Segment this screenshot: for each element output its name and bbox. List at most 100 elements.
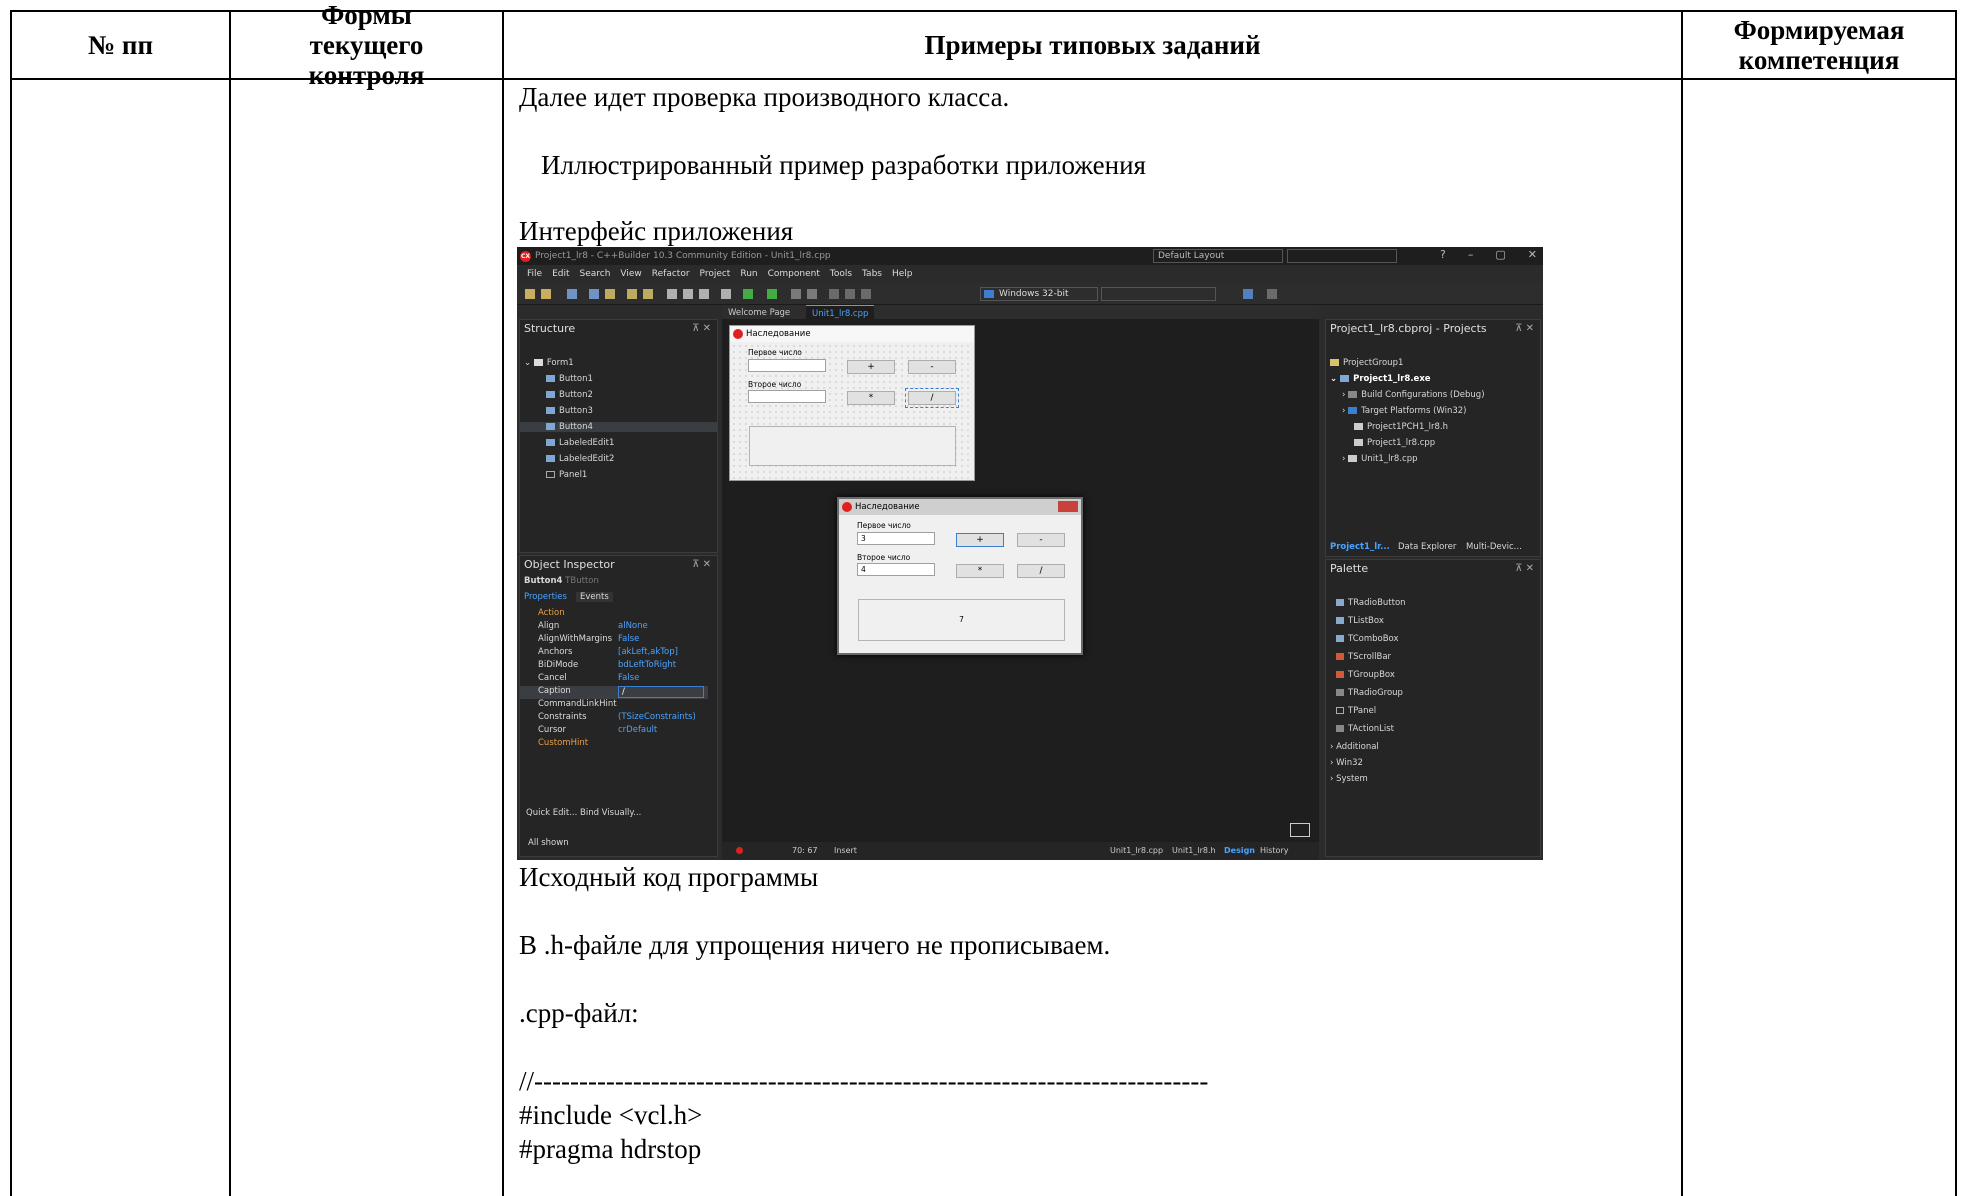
palette-tcombobox[interactable]: TComboBox — [1336, 634, 1399, 644]
running-form[interactable]: Наследование Первое число 3 Второе число… — [837, 497, 1083, 655]
pin-icon[interactable]: ⊼ ✕ — [692, 556, 711, 574]
palette-tradiogroup[interactable]: TRadioGroup — [1336, 688, 1403, 698]
status-tab-design[interactable]: Design — [1224, 846, 1255, 855]
pin-icon[interactable]: ⊼ ✕ — [1515, 560, 1534, 578]
prop-row[interactable]: CommandLinkHint — [520, 699, 708, 712]
proj-tab-multi-device[interactable]: Multi-Devic... — [1466, 542, 1522, 552]
palette-tlistbox[interactable]: TListBox — [1336, 616, 1384, 626]
design-edit-second[interactable] — [748, 390, 826, 403]
maximize-icon[interactable]: ▢ — [1495, 248, 1505, 261]
design-button-minus[interactable]: - — [908, 360, 956, 374]
save-icon[interactable] — [567, 289, 577, 299]
tree-button2[interactable]: Button2 — [546, 390, 593, 400]
design-button-div[interactable]: / — [905, 388, 959, 408]
run-icon[interactable] — [743, 289, 753, 299]
platform-select[interactable]: Windows 32-bit — [980, 287, 1098, 301]
status-tab-cpp[interactable]: Unit1_lr8.cpp — [1110, 846, 1163, 855]
prop-row[interactable]: Action — [520, 608, 708, 621]
menu-run[interactable]: Run — [740, 269, 757, 279]
view-unit-icon[interactable] — [667, 289, 677, 299]
status-tab-history[interactable]: History — [1260, 846, 1288, 855]
stop-icon[interactable] — [807, 289, 817, 299]
design-panel[interactable] — [749, 426, 956, 466]
run-edit-first[interactable]: 3 — [857, 532, 935, 545]
open-project-icon[interactable] — [605, 289, 615, 299]
menu-component[interactable]: Component — [768, 269, 820, 279]
prop-row[interactable]: Cursor crDefault — [520, 725, 708, 738]
menu-project[interactable]: Project — [700, 269, 731, 279]
prop-value[interactable]: / — [618, 686, 704, 698]
tree-button3[interactable]: Button3 — [546, 406, 593, 416]
record-icon[interactable] — [736, 847, 743, 854]
pin-icon[interactable]: ⊼ ✕ — [692, 320, 711, 338]
tab-events[interactable]: Events — [576, 592, 613, 602]
menu-tools[interactable]: Tools — [830, 269, 852, 279]
quick-edit-links[interactable]: Quick Edit... Bind Visually... — [526, 808, 641, 818]
menu-tabs[interactable]: Tabs — [862, 269, 882, 279]
ide-search-input[interactable] — [1287, 249, 1397, 263]
tree-button1[interactable]: Button1 — [546, 374, 593, 384]
config-select[interactable] — [1101, 287, 1216, 301]
proj-build-configs[interactable]: › Build Configurations (Debug) — [1342, 390, 1485, 400]
palette-tactionlist[interactable]: TActionList — [1336, 724, 1394, 734]
proj-pch[interactable]: Project1PCH1_lr8.h — [1354, 422, 1448, 432]
pin-icon[interactable]: ⊼ ✕ — [1515, 320, 1534, 338]
menu-help[interactable]: Help — [892, 269, 913, 279]
add-file-icon[interactable] — [627, 289, 637, 299]
new-form-icon[interactable] — [721, 289, 731, 299]
prop-row[interactable]: AlignWithMargins False — [520, 634, 708, 647]
tree-panel1[interactable]: Panel1 — [546, 470, 587, 480]
design-edit-first[interactable] — [748, 359, 826, 372]
layout-select[interactable]: Default Layout — [1153, 249, 1283, 263]
palette-group-additional[interactable]: › Additional — [1330, 742, 1379, 752]
inspector-object-select[interactable]: Button4 TButton — [524, 576, 599, 586]
open-icon[interactable] — [541, 289, 551, 299]
proj-tab-data-explorer[interactable]: Data Explorer — [1398, 542, 1456, 552]
running-form-close-icon[interactable] — [1058, 501, 1078, 512]
run-button-minus[interactable]: - — [1017, 533, 1065, 547]
form-designer[interactable]: Наследование Первое число Второе число +… — [722, 319, 1319, 842]
tree-button4[interactable]: Button4 — [520, 422, 717, 432]
save-all-icon[interactable] — [589, 289, 599, 299]
view-form-icon[interactable] — [683, 289, 693, 299]
nav-forward-icon[interactable] — [1267, 289, 1277, 299]
run-to-cursor-icon[interactable] — [861, 289, 871, 299]
trace-into-icon[interactable] — [845, 289, 855, 299]
proj-exe[interactable]: ⌄ Project1_lr8.exe — [1330, 374, 1431, 384]
remove-file-icon[interactable] — [643, 289, 653, 299]
status-tab-h[interactable]: Unit1_lr8.h — [1172, 846, 1216, 855]
tree-labelededit2[interactable]: LabeledEdit2 — [546, 454, 614, 464]
palette-tscrollbar[interactable]: TScrollBar — [1336, 652, 1391, 662]
proj-tab-project[interactable]: Project1_lr... — [1330, 542, 1390, 552]
pause-icon[interactable] — [791, 289, 801, 299]
design-button-mul[interactable]: * — [847, 391, 895, 405]
prop-row[interactable]: BiDiMode bdLeftToRight — [520, 660, 708, 673]
toggle-form-icon[interactable] — [699, 289, 709, 299]
design-button-plus[interactable]: + — [847, 360, 895, 374]
palette-tpanel[interactable]: TPanel — [1336, 706, 1376, 716]
proj-target-platforms[interactable]: › Target Platforms (Win32) — [1342, 406, 1467, 416]
tree-form[interactable]: ⌄ Form1 — [524, 358, 574, 368]
palette-group-win32[interactable]: › Win32 — [1330, 758, 1363, 768]
palette-tradiobutton[interactable]: TRadioButton — [1336, 598, 1406, 608]
help-icon[interactable]: ? — [1440, 248, 1446, 261]
proj-unit[interactable]: › Unit1_lr8.cpp — [1342, 454, 1418, 464]
design-form[interactable]: Наследование Первое число Второе число +… — [729, 325, 975, 481]
run-button-mul[interactable]: * — [956, 564, 1004, 578]
prop-row-caption[interactable]: Caption / — [520, 686, 708, 699]
menu-edit[interactable]: Edit — [552, 269, 569, 279]
run-button-plus[interactable]: + — [956, 533, 1004, 547]
nav-back-icon[interactable] — [1243, 289, 1253, 299]
proj-cpp[interactable]: Project1_lr8.cpp — [1354, 438, 1435, 448]
palette-tgroupbox[interactable]: TGroupBox — [1336, 670, 1395, 680]
run-edit-second[interactable]: 4 — [857, 563, 935, 576]
new-icon[interactable] — [525, 289, 535, 299]
prop-row[interactable]: Cancel False — [520, 673, 708, 686]
menu-view[interactable]: View — [620, 269, 641, 279]
run-no-debug-icon[interactable] — [767, 289, 777, 299]
step-over-icon[interactable] — [829, 289, 839, 299]
run-button-div[interactable]: / — [1017, 564, 1065, 578]
menu-search[interactable]: Search — [580, 269, 611, 279]
menu-file[interactable]: File — [527, 269, 542, 279]
tree-labelededit1[interactable]: LabeledEdit1 — [546, 438, 614, 448]
